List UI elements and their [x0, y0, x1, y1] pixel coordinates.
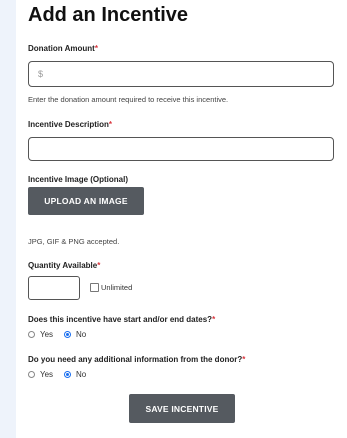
quantity-available-label: Quantity Available*: [28, 261, 100, 270]
unlimited-label: Unlimited: [101, 283, 133, 292]
dates-question-text: Does this incentive have start and/or en…: [28, 315, 213, 324]
quantity-available-label-text: Quantity Available: [28, 261, 98, 270]
info-yes-label: Yes: [40, 370, 54, 379]
dates-no-label: No: [76, 330, 87, 339]
dates-yes-radio[interactable]: [28, 331, 35, 338]
info-question-label: Do you need any additional information f…: [28, 355, 245, 364]
image-help-text: JPG, GIF & PNG accepted.: [28, 237, 120, 246]
required-marker: *: [94, 44, 98, 53]
incentive-description-label-text: Incentive Description: [28, 120, 109, 129]
dates-yes-label: Yes: [40, 330, 54, 339]
incentive-description-input[interactable]: [28, 137, 334, 161]
required-marker: *: [97, 261, 101, 270]
unlimited-checkbox[interactable]: [90, 283, 99, 292]
donation-amount-input[interactable]: [28, 61, 334, 87]
incentive-image-label: Incentive Image (Optional): [28, 175, 129, 184]
info-question-text: Do you need any additional information f…: [28, 355, 243, 364]
incentive-description-label: Incentive Description*: [28, 120, 112, 129]
quantity-input[interactable]: [28, 276, 80, 300]
donation-help-text: Enter the donation amount required to re…: [28, 95, 229, 104]
upload-image-button[interactable]: UPLOAD AN IMAGE: [28, 187, 144, 215]
info-no-label: No: [76, 370, 87, 379]
info-no-radio[interactable]: [64, 371, 71, 378]
donation-amount-label-text: Donation Amount: [28, 44, 95, 53]
required-marker: *: [212, 315, 216, 324]
page-title: Add an Incentive: [28, 4, 189, 26]
dates-no-radio[interactable]: [64, 331, 71, 338]
dates-question-label: Does this incentive have start and/or en…: [28, 315, 215, 324]
required-marker: *: [242, 355, 246, 364]
save-incentive-button[interactable]: SAVE INCENTIVE: [129, 394, 235, 423]
info-yes-radio[interactable]: [28, 371, 35, 378]
required-marker: *: [108, 120, 113, 129]
donation-amount-label: Donation Amount*: [28, 44, 98, 53]
